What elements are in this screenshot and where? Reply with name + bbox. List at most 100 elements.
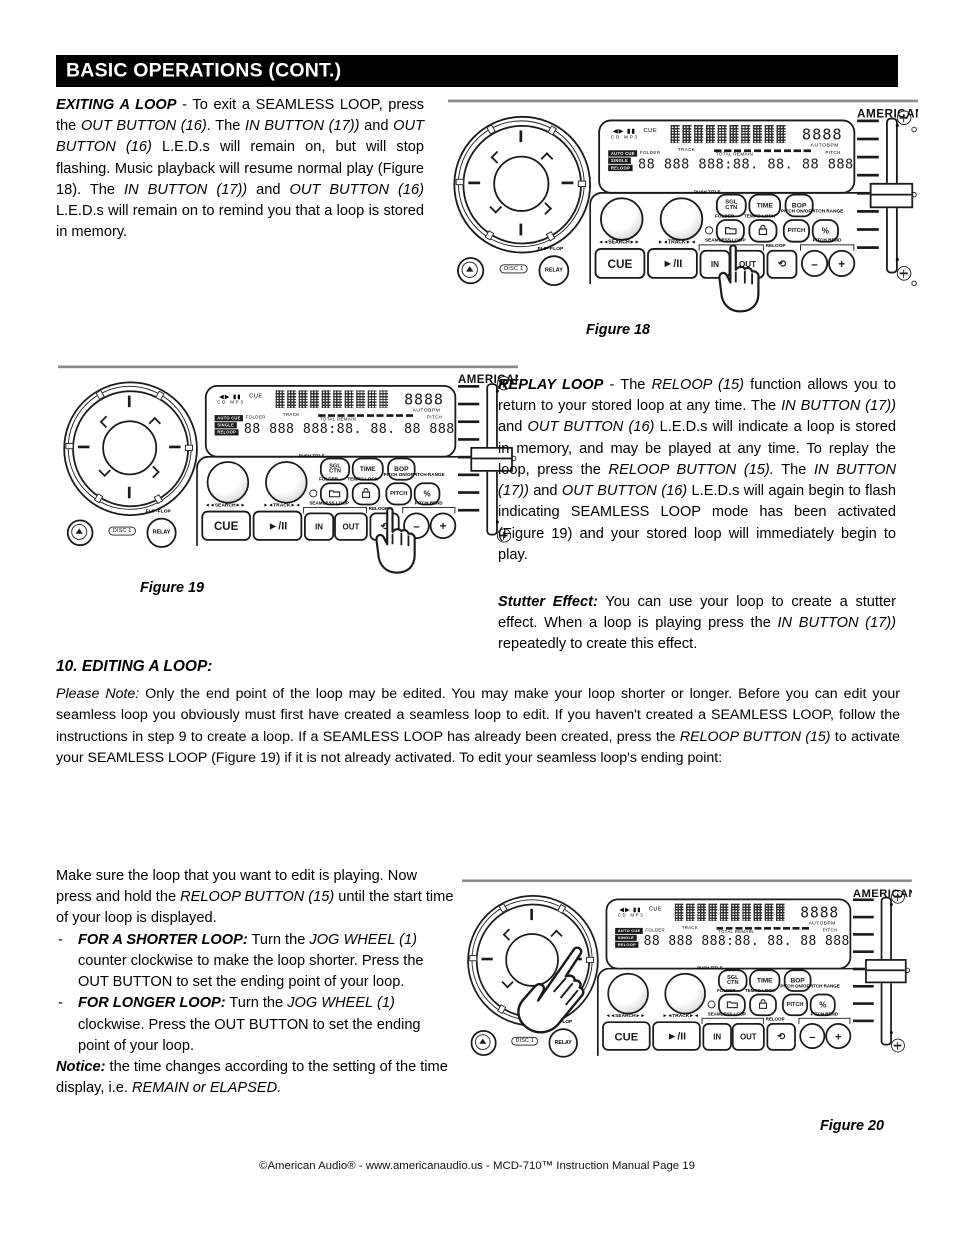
single-indicator: SINGLE xyxy=(615,934,637,941)
cue-button[interactable]: CUE xyxy=(602,1021,651,1051)
control-surface: ◄◄SEARCH►► ►◄TRACK►◄ PUSH TITLE SGL CTN … xyxy=(589,190,863,285)
item1-t2: counter clockwise to make the loop short… xyxy=(78,952,424,991)
item2-i1: JOG WHEEL (1) xyxy=(287,995,395,1012)
play-pause-button[interactable]: ►/II xyxy=(252,510,303,541)
replay-i4: RELOOP BUTTON (15). xyxy=(608,461,774,478)
exiting-i4: IN BUTTON (17)) xyxy=(124,181,248,198)
cd-mp3-label: CD MP3 xyxy=(217,400,245,406)
pitch-onoff-caption: PITCH ON/OFF xyxy=(780,984,812,990)
edit-steps-lead: Make sure the loop that you want to edit… xyxy=(56,866,456,930)
jog-tick xyxy=(519,130,523,143)
relay-button[interactable]: RELAY xyxy=(548,1028,578,1058)
eject-button[interactable] xyxy=(66,519,94,547)
folder-icon xyxy=(726,1000,738,1010)
search-knob[interactable] xyxy=(607,972,649,1015)
replay-i6: OUT BUTTON (16) xyxy=(561,483,688,500)
exiting-dash: - xyxy=(176,97,193,113)
screw-icon xyxy=(891,1038,905,1053)
pitch-fader-handle[interactable] xyxy=(869,182,914,209)
stutter-i1: IN BUTTON (17)) xyxy=(777,615,897,632)
tempo-lock-button[interactable] xyxy=(749,993,777,1017)
eject-button[interactable] xyxy=(457,257,485,285)
eject-icon xyxy=(75,528,83,534)
relay-button[interactable]: RELAY xyxy=(538,255,570,287)
autobpm-label: AUTOBPM xyxy=(810,143,839,149)
track-knob[interactable] xyxy=(659,197,704,241)
reloop-button[interactable]: ⟲ xyxy=(766,249,798,279)
reloop-indicator: RELOOP xyxy=(615,941,639,948)
deck-illustration: AMERICAN DISC 1 FLIP-FLOP RELAY ◀▶ ▮▮ CD… xyxy=(462,876,912,1062)
in-button[interactable]: IN xyxy=(304,512,335,541)
out-button[interactable]: OUT xyxy=(334,512,368,541)
search-knob[interactable] xyxy=(600,197,644,241)
stutter-effect-paragraph: Stutter Effect: You can use your loop to… xyxy=(498,592,896,656)
eject-button[interactable] xyxy=(470,1029,497,1056)
lock-icon xyxy=(361,488,371,500)
cue-button[interactable]: CUE xyxy=(201,510,251,541)
pitch-bend-caption: PITCH BEND xyxy=(414,500,443,507)
pitch-bend-plus-button[interactable]: + xyxy=(429,512,457,539)
control-surface: ◄◄SEARCH►► ►◄TRACK►◄ PUSH TITLE SGL CTN … xyxy=(196,454,464,547)
jog-outer-tick xyxy=(469,955,478,962)
pitch-fader[interactable]: ● ● xyxy=(852,889,911,1053)
dot-matrix-text-area xyxy=(275,390,402,409)
jog-wheel[interactable] xyxy=(467,895,599,1027)
in-button[interactable]: IN xyxy=(699,249,731,279)
replay-t1: The xyxy=(620,377,652,393)
pitch-fader[interactable]: ● ● xyxy=(857,110,917,287)
dot-matrix-text-area xyxy=(670,124,800,144)
figure-18-cd-player: AMERICAN DISC 1 FLIP-FLOP RELAY ◀▶ ▮▮ CD… xyxy=(448,96,918,314)
jog-tick xyxy=(169,445,181,449)
bpm-digits: 8888 xyxy=(800,904,840,922)
play-pause-button[interactable]: ►/II xyxy=(647,248,698,279)
autocue-indicator: AUTO CUE xyxy=(608,150,638,157)
track-knob[interactable] xyxy=(265,461,308,504)
notice-i1: REMAIN or ELAPSED. xyxy=(131,1080,282,1097)
pitch-button[interactable]: PITCH xyxy=(385,482,412,506)
replay-loop-paragraph: REPLAY LOOP - The RELOOP (15) function a… xyxy=(498,375,896,566)
track-knob[interactable] xyxy=(664,972,706,1015)
fader-plus-label: ● xyxy=(895,255,900,264)
autocue-indicator: AUTO CUE xyxy=(615,927,644,934)
exiting-t3: and xyxy=(359,118,394,135)
pitch-bend-minus-button[interactable]: – xyxy=(799,1023,826,1049)
reloop-button[interactable]: ⟲ xyxy=(766,1023,796,1051)
tempo-lock-button[interactable] xyxy=(748,219,778,243)
pitch-bend-minus-button[interactable]: – xyxy=(800,249,829,277)
tempo-lock-button[interactable] xyxy=(351,482,381,506)
fader-minus-label: ● xyxy=(889,900,894,909)
transport-status-icon: ◀▶ ▮▮ xyxy=(619,907,642,914)
pitch-bend-caption: PITCH BEND xyxy=(812,238,842,244)
search-label: ◄◄SEARCH►► xyxy=(204,502,246,509)
jog-tick xyxy=(530,908,533,921)
disc-label: DISC 1 xyxy=(511,1036,539,1046)
jog-wheel[interactable] xyxy=(453,115,591,254)
pitch-button[interactable]: PITCH xyxy=(782,993,808,1017)
jog-hub xyxy=(102,420,158,476)
pitch-bend-plus-button[interactable]: + xyxy=(825,1023,852,1049)
figure-20-cd-player: AMERICAN DISC 1 FLIP-FLOP RELAY ◀▶ ▮▮ CD… xyxy=(462,876,912,1088)
single-indicator: SINGLE xyxy=(214,422,237,429)
play-pause-button[interactable]: ►/II xyxy=(652,1021,701,1051)
search-knob[interactable] xyxy=(206,461,250,504)
deck-illustration: AMERICAN DISC 1 FLIP-FLOP RELAY ◀▶ ▮▮ CD… xyxy=(58,362,518,574)
exiting-i1: OUT BUTTON (16) xyxy=(80,118,207,135)
lcd-display: ◀▶ ▮▮ CD MP3 CUE 8888 AUTOBPM AUTO CUE S… xyxy=(204,385,457,458)
ctn-label: CTN xyxy=(329,468,341,475)
push-title-label: PUSH TITLE xyxy=(298,454,325,460)
jog-wheel[interactable] xyxy=(63,381,198,516)
pitch-bend-minus-button[interactable]: – xyxy=(403,512,430,539)
lock-icon xyxy=(759,999,768,1011)
reloop-button[interactable]: ⟲ xyxy=(369,512,400,541)
out-button[interactable]: OUT xyxy=(730,249,765,279)
pitch-bend-plus-button[interactable]: + xyxy=(828,249,856,277)
relay-button[interactable]: RELAY xyxy=(146,517,177,548)
jog-tick xyxy=(570,957,582,961)
pitch-fader-handle[interactable] xyxy=(865,959,907,984)
reloop-caption: RELOOP xyxy=(765,243,786,249)
in-button[interactable]: IN xyxy=(702,1023,732,1051)
pitch-button[interactable]: PITCH xyxy=(782,219,810,243)
cue-button[interactable]: CUE xyxy=(594,248,646,279)
eject-icon xyxy=(466,266,474,272)
out-button[interactable]: OUT xyxy=(731,1023,765,1051)
